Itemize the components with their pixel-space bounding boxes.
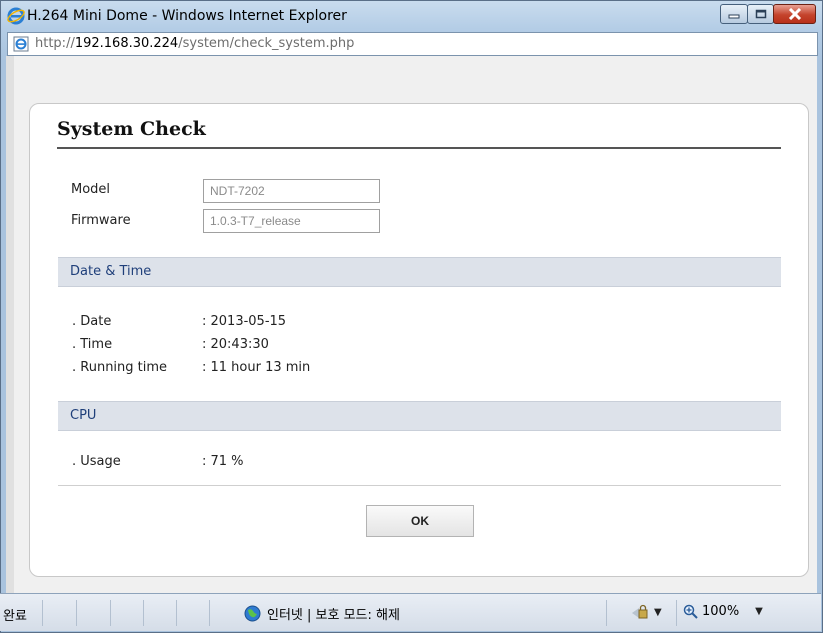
title-bar: H.264 Mini Dome - Windows Internet Explo… bbox=[1, 1, 822, 31]
cpu-section-header: CPU bbox=[58, 401, 781, 431]
status-separator bbox=[176, 600, 177, 626]
model-label: Model bbox=[71, 182, 111, 197]
date-row: . Date : 2013-05-15 bbox=[72, 314, 286, 329]
globe-icon bbox=[244, 605, 261, 622]
close-button[interactable] bbox=[773, 4, 816, 24]
security-zone[interactable]: 인터넷 | 보호 모드: 해제 bbox=[244, 604, 400, 623]
zoom-control[interactable]: 100% ▼ bbox=[683, 604, 763, 619]
datetime-section-header: Date & Time bbox=[58, 257, 781, 287]
status-separator bbox=[110, 600, 111, 626]
divider bbox=[58, 485, 781, 486]
status-separator bbox=[606, 600, 607, 626]
cpu-section-label: CPU bbox=[70, 408, 97, 423]
window-controls bbox=[720, 4, 816, 24]
minimize-icon bbox=[728, 14, 740, 19]
date-value: : 2013-05-15 bbox=[202, 314, 287, 329]
firmware-label: Firmware bbox=[71, 213, 131, 228]
status-separator bbox=[676, 600, 677, 626]
model-field: NDT-7202 bbox=[203, 179, 380, 203]
status-separator bbox=[76, 600, 77, 626]
window-title: H.264 Mini Dome - Windows Internet Explo… bbox=[27, 8, 347, 24]
maximize-button[interactable] bbox=[747, 4, 774, 24]
running-time-value: : 11 hour 13 min bbox=[202, 360, 311, 375]
firmware-field: 1.0.3-T7_release bbox=[203, 209, 380, 233]
ie-logo-icon bbox=[7, 7, 25, 25]
page-icon bbox=[13, 36, 29, 52]
status-text: 완료 bbox=[3, 609, 27, 624]
usage-row: . Usage : 71 % bbox=[72, 454, 244, 469]
page-title: System Check bbox=[57, 118, 206, 140]
zoom-icon bbox=[683, 604, 698, 619]
datetime-section-label: Date & Time bbox=[70, 264, 152, 279]
chevron-down-icon: ▼ bbox=[755, 606, 763, 617]
time-row: . Time : 20:43:30 bbox=[72, 337, 269, 352]
status-separator bbox=[42, 600, 43, 626]
content-top bbox=[6, 56, 817, 86]
running-time-row: . Running time : 11 hour 13 min bbox=[72, 360, 310, 375]
ok-button[interactable]: OK bbox=[366, 505, 474, 537]
chevron-down-icon: ▼ bbox=[654, 606, 662, 618]
left-gutter bbox=[6, 56, 14, 593]
minimize-button[interactable] bbox=[720, 4, 748, 24]
date-label: . Date bbox=[72, 314, 112, 329]
status-separator bbox=[143, 600, 144, 626]
address-bar[interactable]: http://192.168.30.224/system/check_syste… bbox=[7, 32, 818, 56]
url-text: http://192.168.30.224/system/check_syste… bbox=[35, 36, 355, 51]
usage-label: . Usage bbox=[72, 454, 121, 469]
status-separator bbox=[209, 600, 210, 626]
time-label: . Time bbox=[72, 337, 113, 352]
close-icon bbox=[788, 8, 801, 20]
panel-heading: System Check bbox=[57, 118, 781, 149]
status-bar: 완료 인터넷 | 보호 모드: 해제 ▼ 100% ▼ bbox=[0, 593, 821, 631]
usage-value: : 71 % bbox=[202, 454, 244, 469]
running-time-label: . Running time bbox=[72, 360, 168, 375]
security-icon bbox=[632, 604, 648, 619]
zoom-level: 100% bbox=[702, 604, 740, 619]
time-value: : 20:43:30 bbox=[202, 337, 269, 352]
maximize-icon bbox=[755, 9, 766, 19]
zone-label: 인터넷 | 보호 모드: 해제 bbox=[267, 608, 400, 623]
security-menu[interactable]: ▼ bbox=[630, 604, 662, 620]
